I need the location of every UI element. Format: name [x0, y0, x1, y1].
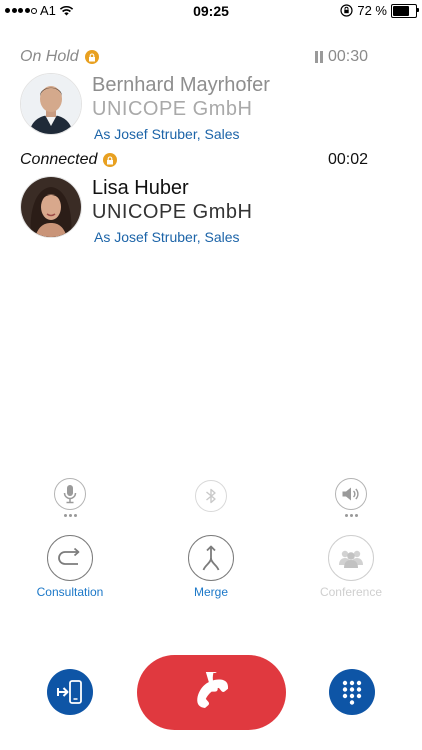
consultation-label[interactable]: Consultation — [20, 585, 120, 599]
conference-button[interactable] — [328, 535, 374, 581]
status-bar: A1 09:25 72 % — [0, 0, 422, 22]
active-call-duration: 00:02 — [327, 151, 368, 168]
held-call-timer: 00:30 — [314, 48, 368, 66]
more-options-indicator — [64, 514, 77, 517]
pause-icon — [314, 51, 323, 63]
merge-icon — [202, 545, 220, 571]
battery-percent: 72 % — [357, 3, 387, 18]
active-call-row: Lisa Huber UNICOPE GmbH As Josef Struber… — [20, 176, 252, 245]
consultation-icon — [58, 547, 80, 565]
more-options-indicator — [345, 514, 358, 517]
caller-name: Lisa Huber — [92, 177, 189, 199]
hangup-button[interactable] — [137, 655, 286, 730]
orientation-lock-icon — [340, 4, 353, 17]
bluetooth-icon — [206, 488, 216, 504]
caller-identity: As Josef Struber, Sales — [94, 229, 240, 245]
held-call-row: Bernhard Mayrhofer UNICOPE GmbH As Josef… — [20, 73, 270, 142]
caller-company: UNICOPE GmbH — [92, 201, 253, 223]
conference-label[interactable]: Conference — [301, 585, 401, 599]
mute-button[interactable] — [54, 478, 86, 517]
caller-name: Bernhard Mayrhofer — [92, 74, 270, 96]
avatar — [20, 73, 82, 135]
active-call-header: Connected 00:02 — [20, 151, 368, 169]
keypad-button[interactable] — [329, 669, 375, 715]
avatar — [20, 176, 82, 238]
status-bar-right: 72 % — [340, 3, 419, 18]
speaker-button[interactable] — [335, 478, 367, 517]
keypad-icon — [342, 680, 362, 705]
held-call-header: On Hold 00:30 — [20, 48, 368, 66]
held-call-duration: 00:30 — [327, 48, 368, 65]
consultation-button[interactable] — [47, 535, 93, 581]
transfer-button[interactable] — [47, 669, 93, 715]
lock-icon — [103, 153, 118, 167]
active-call-state: Connected — [20, 151, 118, 169]
active-call-timer: 00:02 — [328, 151, 368, 169]
merge-button[interactable] — [188, 535, 234, 581]
caller-company: UNICOPE GmbH — [92, 98, 253, 120]
merge-label[interactable]: Merge — [161, 585, 261, 599]
held-call-info: Bernhard Mayrhofer UNICOPE GmbH As Josef… — [92, 73, 270, 142]
conference-icon — [339, 550, 363, 568]
battery-level — [393, 5, 409, 16]
transfer-to-phone-icon — [57, 680, 82, 704]
bluetooth-button[interactable] — [195, 480, 227, 512]
speaker-icon — [342, 487, 359, 501]
lock-icon — [84, 50, 99, 64]
battery-icon — [391, 3, 419, 18]
caller-identity: As Josef Struber, Sales — [94, 126, 240, 142]
active-call-state-label: Connected — [20, 151, 98, 168]
active-call-info: Lisa Huber UNICOPE GmbH As Josef Struber… — [92, 176, 252, 245]
phone-hangup-icon — [196, 671, 228, 708]
microphone-icon — [63, 485, 77, 504]
held-call-state: On Hold — [20, 48, 99, 66]
held-call-state-label: On Hold — [20, 48, 79, 65]
